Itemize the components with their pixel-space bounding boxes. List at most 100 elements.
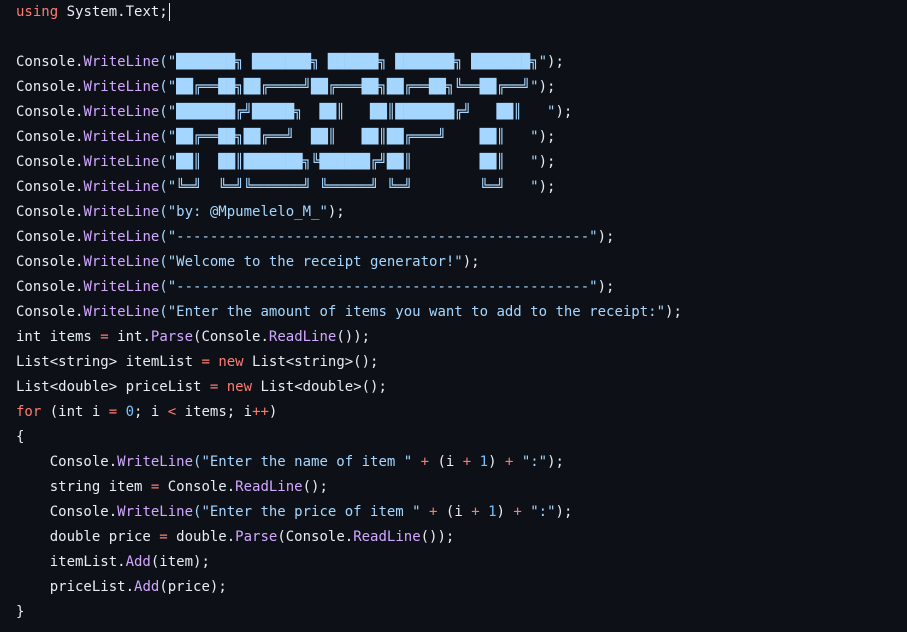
code-token: double price: [16, 529, 160, 545]
code-line[interactable]: string item = Console.ReadLine();: [16, 475, 907, 500]
code-token: =: [108, 404, 118, 420]
code-line[interactable]: Console.WriteLine("██╔══██╗██╔══╝ ██║ ██…: [16, 125, 907, 150]
code-token: ("Enter the amount of items you want to …: [159, 304, 666, 320]
code-line[interactable]: double price = double.Parse(Console.Read…: [16, 525, 907, 550]
code-token: Console.: [16, 279, 84, 295]
code-token: List<string> itemList: [16, 354, 202, 370]
code-line[interactable]: List<double> priceList = new List<double…: [16, 375, 907, 400]
code-token: (Console.: [193, 329, 269, 345]
code-token: (item);: [150, 554, 210, 570]
code-token: ("██╔══██╗██╔══╝ ██║ ██║██╔═══╝ ██║ ": [159, 129, 539, 145]
code-token: );: [555, 104, 573, 120]
code-line[interactable]: Console.WriteLine("███████╗ ███████╗ ███…: [16, 50, 907, 75]
code-token: );: [597, 279, 615, 295]
code-token: WriteLine: [83, 204, 160, 220]
code-line[interactable]: }: [16, 600, 907, 625]
code-token: ("╚═╝ ╚═╝╚══════╝ ╚═════╝ ╚═╝ ╚═╝ ": [159, 179, 539, 195]
code-token: Add: [125, 554, 151, 570]
code-line[interactable]: Console.WriteLine("╚═╝ ╚═╝╚══════╝ ╚════…: [16, 175, 907, 200]
code-token: ":": [521, 454, 548, 470]
code-line[interactable]: Console.WriteLine("██╔══██╗██╔════╝██╔══…: [16, 75, 907, 100]
code-token: +: [471, 504, 480, 520]
code-token: ());: [336, 329, 371, 345]
code-token: new: [218, 354, 244, 370]
code-token: ("███████╗ ███████╗ ██████╗ ███████╗ ███…: [159, 54, 548, 70]
code-token: WriteLine: [83, 254, 160, 270]
code-line[interactable]: Console.WriteLine("---------------------…: [16, 225, 907, 250]
code-token: WriteLine: [83, 104, 160, 120]
code-token: int.: [108, 329, 151, 345]
code-token: for: [16, 404, 42, 420]
code-token: ("by: @Mpumelelo_M_": [159, 204, 328, 220]
code-token: Add: [134, 579, 160, 595]
code-token: 0: [125, 404, 135, 420]
code-token: ; i: [134, 404, 168, 420]
code-token: WriteLine: [83, 279, 160, 295]
code-token: ): [268, 404, 278, 420]
code-token: ("Enter the price of item ": [193, 504, 421, 520]
code-token: ":": [530, 504, 556, 520]
code-line[interactable]: [16, 25, 907, 50]
code-token: Console.: [16, 179, 84, 195]
code-editor[interactable]: using System.Text; Console.WriteLine("███…: [0, 0, 907, 632]
code-token: ReadLine: [235, 479, 303, 495]
code-token: new: [226, 379, 253, 395]
code-line[interactable]: Console.WriteLine("---------------------…: [16, 275, 907, 300]
code-token: WriteLine: [83, 229, 160, 245]
code-token: }: [16, 604, 25, 620]
code-token: Console.: [16, 229, 84, 245]
code-line[interactable]: Console.WriteLine("Welcome to the receip…: [16, 250, 907, 275]
code-line[interactable]: using System.Text;: [16, 0, 907, 25]
code-line[interactable]: Console.WriteLine("Enter the price of it…: [16, 500, 907, 525]
code-token: WriteLine: [117, 504, 194, 520]
code-token: Console.: [16, 204, 84, 220]
code-token: );: [547, 54, 564, 70]
code-line[interactable]: for (int i = 0; i < items; i++): [16, 400, 907, 425]
code-token: Parse: [150, 329, 194, 345]
code-line[interactable]: List<string> itemList = new List<string>…: [16, 350, 907, 375]
code-token: Console.: [16, 304, 84, 320]
code-token: (i: [429, 454, 463, 470]
code-token: Parse: [235, 529, 278, 545]
code-token: );: [665, 304, 682, 320]
code-token: ("Welcome to the receipt generator!": [159, 254, 463, 270]
code-token: ): [488, 454, 505, 470]
code-token: );: [538, 154, 556, 170]
code-token: ("--------------------------------------…: [159, 279, 598, 295]
code-token: WriteLine: [117, 454, 194, 470]
code-token: Console.: [16, 54, 84, 70]
code-token: );: [538, 79, 556, 95]
code-line[interactable]: Console.WriteLine("Enter the amount of i…: [16, 300, 907, 325]
code-token: );: [538, 129, 556, 145]
code-token: ());: [420, 529, 455, 545]
code-token: (int i: [41, 404, 109, 420]
code-token: string item: [16, 479, 151, 495]
code-line[interactable]: itemList.Add(item);: [16, 550, 907, 575]
code-token: itemList.: [16, 554, 126, 570]
code-line[interactable]: priceList.Add(price);: [16, 575, 907, 600]
code-token: ): [496, 504, 514, 520]
code-token: ("███████╔╝█████╗ ██║ ██║███████╔╝ ██║ ": [159, 104, 556, 120]
code-token: +: [462, 454, 472, 470]
code-line[interactable]: int items = int.Parse(Console.ReadLine()…: [16, 325, 907, 350]
code-token: ReadLine: [268, 329, 337, 345]
code-token: double.: [167, 529, 236, 545]
code-line[interactable]: Console.WriteLine("by: @Mpumelelo_M_");: [16, 200, 907, 225]
code-token: Console.: [16, 104, 84, 120]
code-line[interactable]: Console.WriteLine("Enter the name of ite…: [16, 450, 907, 475]
code-token: WriteLine: [83, 304, 160, 320]
code-line[interactable]: {: [16, 425, 907, 450]
code-token: (i: [437, 504, 472, 520]
code-line[interactable]: Console.WriteLine("███████╔╝█████╗ ██║ █…: [16, 100, 907, 125]
code-token: {: [16, 429, 25, 445]
code-token: +: [513, 504, 522, 520]
code-token: WriteLine: [83, 179, 160, 195]
code-token: +: [420, 454, 430, 470]
code-line[interactable]: Console.WriteLine("██║ ██║███████╗╚█████…: [16, 150, 907, 175]
code-token: =: [159, 529, 168, 545]
